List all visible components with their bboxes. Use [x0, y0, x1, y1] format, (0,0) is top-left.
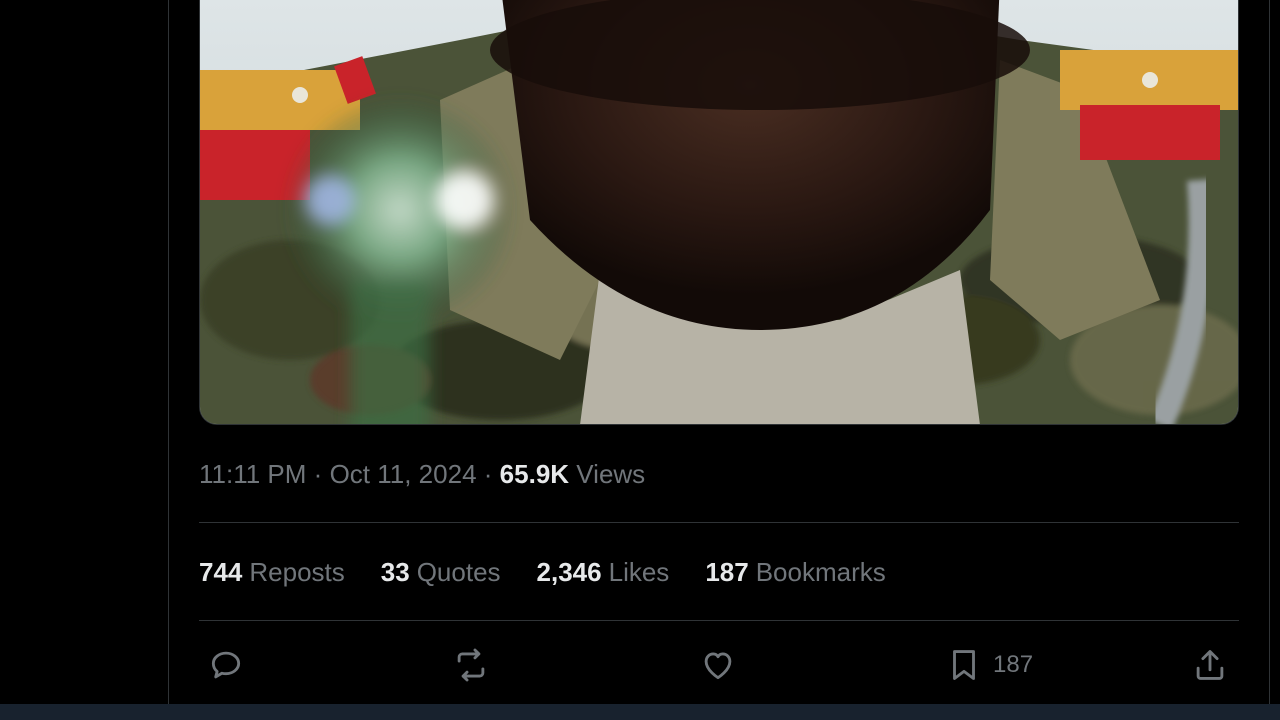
separator-dot: ·	[313, 459, 323, 489]
reposts-count: 744	[199, 557, 243, 587]
repost-icon	[457, 648, 485, 682]
tweet-time[interactable]: 11:11 PM	[199, 459, 306, 489]
media-photo	[200, 0, 1238, 424]
reposts-stat[interactable]: 744 Reposts	[199, 554, 345, 590]
reposts-label: Reposts	[249, 557, 345, 587]
tweet-date[interactable]: Oct 11, 2024	[330, 459, 477, 489]
quotes-count: 33	[380, 557, 410, 587]
likes-label: Likes	[608, 557, 670, 587]
bookmarks-count: 187	[705, 557, 749, 587]
like-button[interactable]	[699, 640, 737, 690]
views-label: Views	[576, 459, 646, 489]
bottom-bar	[0, 704, 1280, 720]
reply-icon	[211, 651, 241, 679]
tweet-action-bar: 187	[199, 640, 1239, 690]
heart-icon	[704, 652, 732, 680]
tweet-detail-page: 11:11 PM · Oct 11, 2024 · 65.9K Views 74…	[0, 0, 1280, 720]
share-icon	[1196, 650, 1224, 680]
tweet-timestamp-line: 11:11 PM · Oct 11, 2024 · 65.9K Views	[199, 456, 645, 492]
engagement-stats: 744 Reposts 33 Quotes 2,346 Likes 187 Bookma…	[199, 554, 886, 590]
tweet-media-image[interactable]	[199, 0, 1239, 425]
likes-stat[interactable]: 2,346 Likes	[537, 554, 670, 590]
reply-button[interactable]	[207, 640, 245, 690]
bookmark-icon	[953, 650, 975, 680]
quotes-label: Quotes	[416, 557, 501, 587]
share-button[interactable]	[1191, 640, 1229, 690]
divider	[199, 620, 1239, 621]
views-count: 65.9K	[499, 459, 570, 489]
bookmark-count: 187	[993, 651, 1034, 678]
left-column-border	[168, 0, 169, 705]
separator-dot: ·	[483, 459, 493, 489]
repost-button[interactable]	[452, 640, 490, 690]
likes-count: 2,346	[536, 557, 602, 587]
bookmarks-stat[interactable]: 187 Bookmarks	[705, 554, 885, 590]
bookmarks-label: Bookmarks	[755, 557, 886, 587]
quotes-stat[interactable]: 33 Quotes	[381, 554, 501, 590]
right-column-border	[1269, 0, 1270, 705]
bookmark-button[interactable]: 187	[945, 640, 1033, 690]
divider	[199, 522, 1239, 523]
